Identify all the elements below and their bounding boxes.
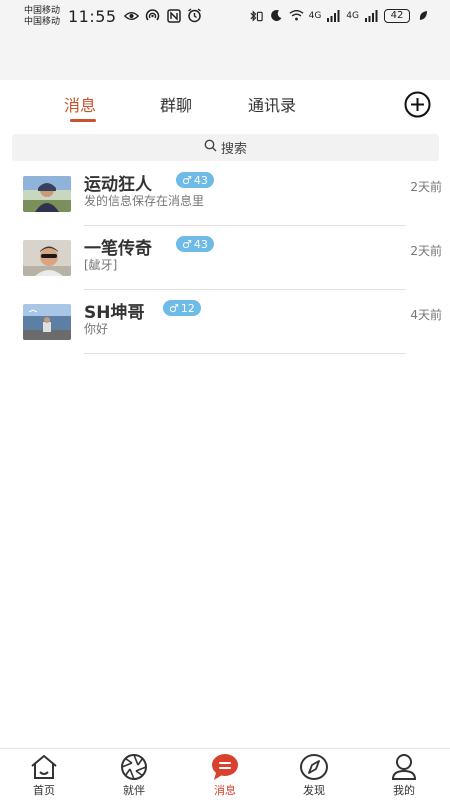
nav-discover[interactable]: 发现: [284, 753, 344, 798]
carrier-1: 中国移动: [24, 6, 61, 16]
avatar[interactable]: [23, 240, 71, 276]
conversation-item[interactable]: 一笔传奇 ♂ 43 [龇牙] 2天前: [0, 236, 450, 304]
last-message: 你好: [84, 322, 109, 336]
nav-label: 我的: [393, 784, 415, 797]
conversation-item[interactable]: 运动狂人 ♂ 43 发的信息保存在消息里 2天前: [0, 172, 450, 240]
last-message: 发的信息保存在消息里: [84, 194, 205, 208]
nav-companion[interactable]: 就伴: [104, 753, 164, 798]
alarm-icon: [187, 8, 202, 23]
divider: [84, 289, 406, 290]
nav-profile[interactable]: 我的: [374, 753, 434, 798]
wifi-icon: [289, 8, 304, 23]
status-time: 11:55: [68, 7, 117, 26]
bluetooth-battery-icon: [249, 8, 264, 23]
tab-messages[interactable]: 消息: [64, 92, 96, 116]
avatar[interactable]: [23, 304, 71, 340]
divider: [84, 225, 406, 226]
tab-contacts[interactable]: 通讯录: [248, 92, 296, 116]
last-message: [龇牙]: [84, 258, 118, 272]
network-type-2: 4G: [346, 10, 359, 21]
network-type-1: 4G: [308, 10, 322, 21]
conversation-item[interactable]: SH坤哥 ♂ 12 你好 4天前: [0, 300, 450, 368]
nav-label: 就伴: [123, 784, 145, 797]
gender-age-badge: ♂ 43: [176, 236, 214, 252]
leaf-icon: [415, 8, 430, 23]
tab-bar: 消息 群聊 通讯录: [0, 80, 450, 128]
signal-icon: [326, 8, 341, 23]
male-icon: ♂: [182, 237, 192, 251]
carrier-2: 中国移动: [24, 17, 61, 27]
add-button[interactable]: [404, 91, 431, 118]
nav-messages[interactable]: 消息: [195, 753, 255, 798]
person-icon: [389, 753, 419, 781]
search-icon: [204, 139, 217, 156]
hotspot-icon: [145, 8, 160, 23]
age-value: 43: [193, 173, 208, 187]
plus-circle-icon: [404, 91, 431, 118]
search-placeholder: 搜索: [220, 142, 247, 157]
message-time: 2天前: [410, 244, 442, 258]
moon-icon: [269, 8, 284, 23]
active-tab-indicator: [70, 119, 96, 122]
status-icons-right: 4G 4G 42: [249, 8, 430, 23]
status-bar: 中国移动 中国移动 11:55 4G 4G 42: [0, 0, 450, 80]
aperture-icon: [119, 753, 149, 781]
compass-icon: [299, 753, 329, 781]
nfc-icon: [166, 8, 181, 23]
status-icons-left: [124, 8, 202, 23]
chat-icon: [210, 753, 240, 781]
nav-label: 发现: [303, 784, 325, 797]
avatar[interactable]: [23, 176, 71, 212]
gender-age-badge: ♂ 12: [163, 300, 201, 316]
age-value: 43: [193, 237, 208, 251]
male-icon: ♂: [182, 173, 192, 187]
eye-icon: [124, 8, 139, 23]
divider: [84, 353, 406, 354]
home-icon: [29, 753, 59, 781]
male-icon: ♂: [169, 301, 179, 315]
nav-home[interactable]: 首页: [14, 753, 74, 798]
age-value: 12: [180, 301, 195, 315]
message-time: 4天前: [410, 308, 442, 322]
tab-group-chat[interactable]: 群聊: [160, 92, 192, 116]
carrier-info: 中国移动 中国移动: [24, 6, 60, 28]
bottom-navigation: 首页 就伴 消息 发现 我的: [0, 748, 450, 800]
message-time: 2天前: [410, 180, 442, 194]
nav-label: 消息: [214, 784, 236, 797]
battery-indicator: 42: [384, 8, 410, 23]
signal-icon: [364, 8, 379, 23]
nav-label: 首页: [33, 784, 55, 797]
gender-age-badge: ♂ 43: [176, 172, 214, 188]
search-bar[interactable]: 搜索: [12, 134, 439, 161]
